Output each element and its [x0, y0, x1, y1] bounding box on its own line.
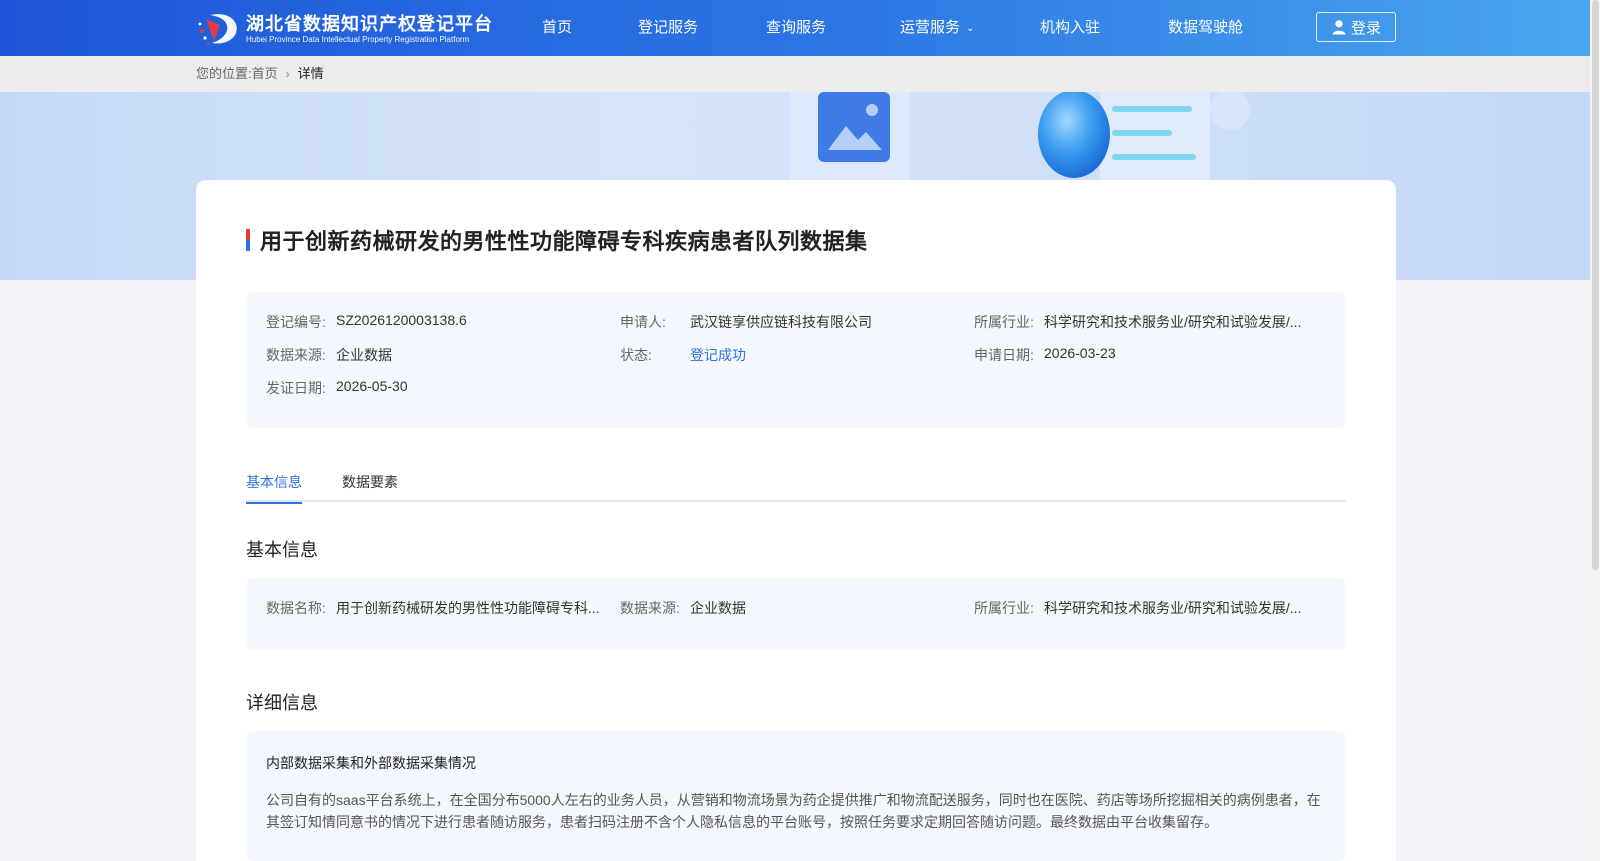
chevron-right-icon: › [285, 67, 290, 81]
scrollbar-thumb[interactable] [1592, 0, 1599, 570]
collection-heading: 内部数据采集和外部数据采集情况 [266, 755, 476, 771]
source-field: 数据来源: 企业数据 [266, 345, 392, 365]
reg-no-label: 登记编号: [266, 314, 326, 330]
applicant-value: 武汉链享供应链科技有限公司 [690, 314, 872, 330]
nav-home[interactable]: 首页 [542, 0, 572, 56]
nav-operation-service[interactable]: 运营服务 ⌄ [900, 0, 974, 56]
basic-source-value: 企业数据 [690, 600, 746, 616]
basic-info-heading: 基本信息 [246, 540, 318, 560]
site-logo[interactable]: 湖北省数据知识产权登记平台 Hubei Province Data Intell… [196, 10, 493, 48]
status-label: 状态: [620, 347, 652, 363]
industry-field: 所属行业: 科学研究和技术服务业/研究和试验发展/... [974, 312, 1301, 332]
industry-label: 所属行业: [974, 314, 1034, 330]
page-title: 用于创新药械研发的男性性功能障碍专科疾病患者队列数据集 [260, 229, 868, 254]
title-accent-icon [246, 229, 250, 251]
basic-source-label: 数据来源: [620, 600, 680, 616]
top-header: 湖北省数据知识产权登记平台 Hubei Province Data Intell… [0, 0, 1600, 56]
source-label: 数据来源: [266, 347, 326, 363]
detail-info-heading: 详细信息 [246, 693, 318, 713]
apply-date-field: 申请日期: 2026-03-23 [974, 345, 1116, 365]
basic-industry-label: 所属行业: [974, 600, 1034, 616]
status-badge: 登记成功 [690, 347, 746, 363]
issue-date-value: 2026-05-30 [336, 378, 408, 394]
user-icon [1332, 20, 1346, 35]
nav-register-service[interactable]: 登记服务 [638, 0, 698, 56]
issue-date-label: 发证日期: [266, 380, 326, 396]
data-name-value: 用于创新药械研发的男性性功能障碍专科... [336, 600, 600, 616]
reg-no-field: 登记编号: SZ2026120003138.6 [266, 312, 467, 332]
login-label: 登录 [1350, 19, 1381, 37]
nav-query-service[interactable]: 查询服务 [766, 0, 826, 56]
logo-title: 湖北省数据知识产权登记平台 [246, 14, 493, 34]
chevron-down-icon: ⌄ [966, 23, 975, 34]
reg-no-value: SZ2026120003138.6 [336, 312, 467, 328]
tab-basic-info[interactable]: 基本信息 [246, 470, 302, 504]
breadcrumb: 您的位置: 首页 › 详情 [196, 56, 324, 92]
basic-source-field: 数据来源: 企业数据 [620, 598, 746, 618]
detail-info-panel: 内部数据采集和外部数据采集情况 公司自有的saas平台系统上，在全国分布5000… [246, 731, 1346, 861]
breadcrumb-current: 详情 [297, 66, 324, 81]
nav-institution-join[interactable]: 机构入驻 [1040, 0, 1100, 56]
basic-industry-value: 科学研究和技术服务业/研究和试验发展/... [1044, 600, 1302, 616]
nav-operation-label: 运营服务 [900, 19, 961, 36]
basic-industry-field: 所属行业: 科学研究和技术服务业/研究和试验发展/... [974, 598, 1301, 618]
tab-bar: 基本信息 数据要素 [246, 470, 1346, 504]
breadcrumb-home-link[interactable]: 首页 [252, 56, 278, 92]
breadcrumb-bar: 您的位置: 首页 › 详情 [0, 56, 1590, 92]
logo-emblem-icon [196, 11, 242, 47]
apply-date-value: 2026-03-23 [1044, 345, 1116, 361]
source-value: 企业数据 [336, 347, 392, 363]
issue-date-field: 发证日期: 2026-05-30 [266, 378, 408, 398]
nav-data-cockpit[interactable]: 数据驾驶舱 [1168, 0, 1243, 56]
applicant-field: 申请人: 武汉链享供应链科技有限公司 [620, 312, 872, 332]
data-name-field: 数据名称: 用于创新药械研发的男性性功能障碍专科... [266, 598, 600, 618]
apply-date-label: 申请日期: [974, 347, 1034, 363]
applicant-label: 申请人: [620, 314, 666, 330]
tab-data-elements[interactable]: 数据要素 [342, 470, 398, 502]
industry-value: 科学研究和技术服务业/研究和试验发展/... [1044, 314, 1302, 330]
title-row: 用于创新药械研发的男性性功能障碍专科疾病患者队列数据集 [246, 224, 868, 256]
data-name-label: 数据名称: [266, 600, 326, 616]
logo-subtitle: Hubei Province Data Intellectual Propert… [246, 35, 470, 44]
status-field: 状态: 登记成功 [620, 345, 746, 365]
login-button[interactable]: 登录 [1316, 12, 1396, 42]
detail-card: 用于创新药械研发的男性性功能障碍专科疾病患者队列数据集 登记编号: SZ2026… [196, 180, 1396, 861]
breadcrumb-label: 您的位置: [196, 66, 252, 81]
basic-info-panel: 数据名称: 用于创新药械研发的男性性功能障碍专科... 数据来源: 企业数据 所… [246, 578, 1346, 650]
summary-panel: 登记编号: SZ2026120003138.6 申请人: 武汉链享供应链科技有限… [246, 292, 1346, 428]
collection-description: 公司自有的saas平台系统上，在全国分布5000人左右的业务人员，从营销和物流场… [266, 792, 1321, 830]
